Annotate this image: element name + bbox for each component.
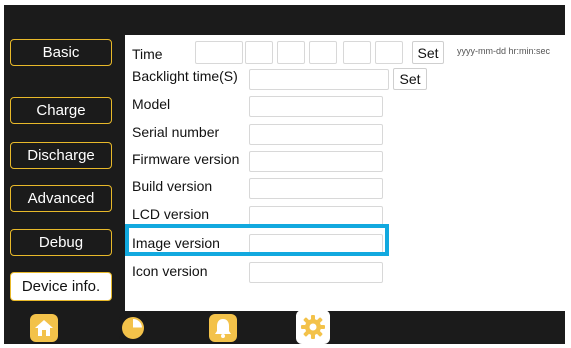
time-set-button[interactable]: Set bbox=[412, 41, 444, 64]
backlight-label: Backlight time(S) bbox=[132, 68, 238, 84]
sidebar-item-device-info[interactable]: Device info. bbox=[10, 272, 112, 301]
serial-number-label: Serial number bbox=[132, 124, 220, 140]
time-month-field[interactable] bbox=[245, 41, 273, 64]
sidebar-item-discharge[interactable]: Discharge bbox=[10, 142, 112, 169]
sidebar-item-advanced[interactable]: Advanced bbox=[10, 185, 112, 212]
icon-version-label: Icon version bbox=[132, 263, 208, 279]
time-format-hint: yyyy-mm-dd hr:min:sec bbox=[457, 46, 551, 56]
build-version-field bbox=[249, 178, 383, 199]
nav-statistics-button[interactable] bbox=[119, 314, 147, 342]
time-label: Time bbox=[132, 46, 163, 62]
home-icon bbox=[35, 320, 53, 336]
backlight-time-field[interactable] bbox=[249, 69, 389, 90]
firmware-version-label: Firmware version bbox=[132, 151, 240, 167]
serial-number-field bbox=[249, 124, 383, 145]
device-screen: Basic Charge Discharge Advanced Debug De… bbox=[4, 5, 565, 344]
model-label: Model bbox=[132, 96, 171, 112]
time-hour-field[interactable] bbox=[309, 41, 337, 64]
nav-alarm-button[interactable] bbox=[209, 314, 237, 342]
lcd-version-highlight bbox=[125, 224, 389, 256]
bell-icon bbox=[215, 319, 231, 338]
icon-version-field bbox=[249, 262, 383, 283]
time-minute-field[interactable] bbox=[343, 41, 371, 64]
gear-icon bbox=[301, 315, 325, 339]
backlight-set-button[interactable]: Set bbox=[393, 68, 427, 90]
pie-chart-icon bbox=[122, 317, 144, 339]
sidebar-item-basic[interactable]: Basic bbox=[10, 39, 112, 66]
lcd-version-label: LCD version bbox=[132, 206, 210, 222]
model-field bbox=[249, 96, 383, 117]
build-version-label: Build version bbox=[132, 178, 213, 194]
sidebar-item-charge[interactable]: Charge bbox=[10, 97, 112, 124]
time-year-field[interactable] bbox=[195, 41, 243, 64]
device-info-panel: Time Set yyyy-mm-dd hr:min:sec Backlight… bbox=[125, 35, 565, 311]
nav-settings-button[interactable] bbox=[296, 310, 330, 344]
sidebar-item-debug[interactable]: Debug bbox=[10, 229, 112, 256]
nav-home-button[interactable] bbox=[30, 314, 58, 342]
time-day-field[interactable] bbox=[277, 41, 305, 64]
time-second-field[interactable] bbox=[375, 41, 403, 64]
firmware-version-field bbox=[249, 151, 383, 172]
